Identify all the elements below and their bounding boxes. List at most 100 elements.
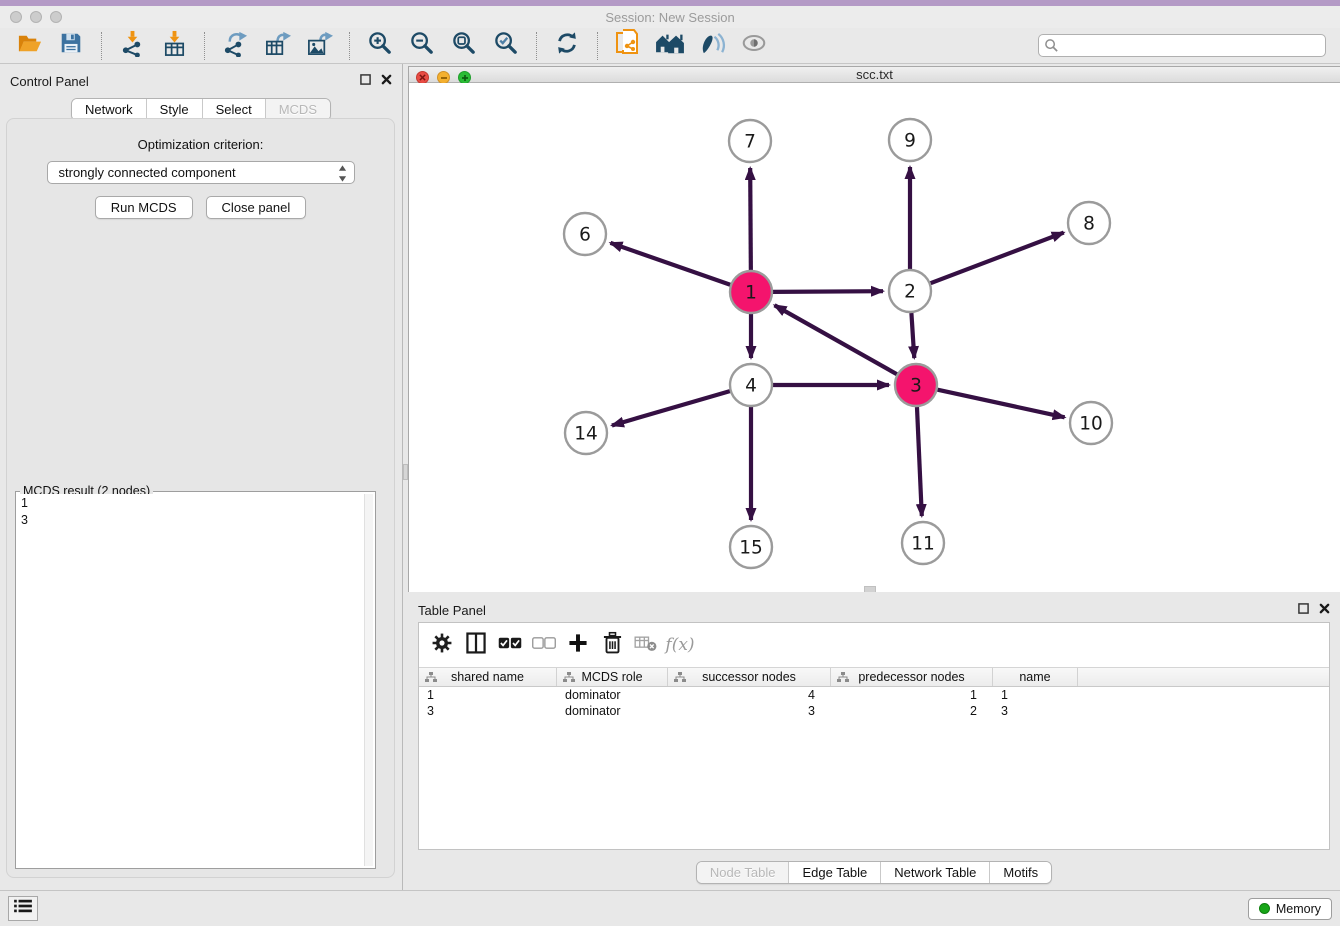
export-network-button[interactable] <box>219 31 251 61</box>
column-header-mcds-role[interactable]: MCDS role <box>557 668 668 686</box>
tab-style[interactable]: Style <box>146 99 202 120</box>
tab-network-table[interactable]: Network Table <box>880 862 989 883</box>
optimization-criterion-label: Optimization criterion: <box>7 137 394 152</box>
zoom-in-button[interactable] <box>364 31 396 61</box>
cell-predecessor-nodes[interactable]: 2 <box>831 703 993 719</box>
main-toolbar <box>0 28 1340 64</box>
home-layout-button[interactable] <box>654 31 686 61</box>
zoom-fit-button[interactable] <box>448 31 480 61</box>
criterion-select[interactable]: strongly connected component <box>47 161 355 184</box>
open-session-button[interactable] <box>13 31 45 61</box>
float-panel-icon[interactable] <box>360 72 371 90</box>
graph-edge-2-3[interactable] <box>911 313 914 358</box>
delete-column-button[interactable] <box>595 629 629 661</box>
cell-mcds-role[interactable]: dominator <box>557 687 668 703</box>
run-mcds-button[interactable]: Run MCDS <box>95 196 193 219</box>
search-input[interactable] <box>1038 34 1326 57</box>
column-header-predecessor-nodes[interactable]: predecessor nodes <box>831 668 993 686</box>
table-row[interactable]: 1 dominator 4 1 1 <box>419 687 1329 703</box>
graph-node-10[interactable]: 10 <box>1070 402 1112 444</box>
cell-predecessor-nodes[interactable]: 1 <box>831 687 993 703</box>
trash-icon <box>601 631 624 660</box>
graph-edge-3-10[interactable] <box>937 390 1064 418</box>
apply-function-button[interactable]: f(x) <box>663 629 697 661</box>
cell-successor-nodes[interactable]: 4 <box>668 687 831 703</box>
memory-button[interactable]: Memory <box>1248 898 1332 920</box>
select-all-icon <box>497 634 523 657</box>
graph-edge-2-8[interactable] <box>931 233 1064 284</box>
graph-edge-1-6[interactable] <box>610 243 730 285</box>
canvas-splitter-grip[interactable] <box>864 586 876 592</box>
graph-node-8[interactable]: 8 <box>1068 202 1110 244</box>
tab-select[interactable]: Select <box>202 99 265 120</box>
close-panel-icon[interactable] <box>381 72 392 90</box>
graph-node-6[interactable]: 6 <box>564 213 606 255</box>
graph-node-11[interactable]: 11 <box>902 522 944 564</box>
show-hide-button[interactable] <box>738 31 770 61</box>
show-panels-button[interactable] <box>8 896 38 921</box>
graph-node-label: 15 <box>739 538 763 559</box>
table-toolbar: f(x) <box>419 623 1329 667</box>
mcds-result-text[interactable]: 1 3 <box>18 494 363 866</box>
graph-node-4[interactable]: 4 <box>730 364 772 406</box>
float-panel-icon[interactable] <box>1298 601 1309 619</box>
graph-edge-1-7[interactable] <box>750 168 751 270</box>
graph-node-7[interactable]: 7 <box>729 120 771 162</box>
graph-edge-3-1[interactable] <box>775 305 897 374</box>
tab-network[interactable]: Network <box>72 99 146 120</box>
column-header-shared-name[interactable]: shared name <box>419 668 557 686</box>
graph-node-9[interactable]: 9 <box>889 119 931 161</box>
clone-network-button[interactable] <box>612 31 644 61</box>
deselect-all-button[interactable] <box>527 629 561 661</box>
refresh-button[interactable] <box>551 31 583 61</box>
select-all-button[interactable] <box>493 629 527 661</box>
tab-motifs[interactable]: Motifs <box>989 862 1051 883</box>
column-type-icon <box>425 672 437 686</box>
save-session-button[interactable] <box>55 31 87 61</box>
graph-node-2[interactable]: 2 <box>889 270 931 312</box>
tab-mcds[interactable]: MCDS <box>265 99 330 120</box>
cell-shared-name[interactable]: 3 <box>419 703 557 719</box>
cell-name[interactable]: 1 <box>993 687 1078 703</box>
tab-node-table[interactable]: Node Table <box>697 862 789 883</box>
export-table-button[interactable] <box>261 31 293 61</box>
cell-mcds-role[interactable]: dominator <box>557 703 668 719</box>
graph-node-1[interactable]: 1 <box>730 271 772 313</box>
table-row[interactable]: 3 dominator 3 2 3 <box>419 703 1329 719</box>
table-settings-button[interactable] <box>425 629 459 661</box>
close-window-button[interactable] <box>10 11 22 23</box>
graph-edge-1-2[interactable] <box>773 291 883 292</box>
graph-node-3[interactable]: 3 <box>895 364 937 406</box>
zoom-selected-button[interactable] <box>490 31 522 61</box>
cell-successor-nodes[interactable]: 3 <box>668 703 831 719</box>
graph-node-15[interactable]: 15 <box>730 526 772 568</box>
node-table-container: f(x) shared name MCDS role successor nod… <box>418 622 1330 850</box>
import-network-button[interactable] <box>116 31 148 61</box>
graph-node-label: 3 <box>910 376 922 397</box>
cell-name[interactable]: 3 <box>993 703 1078 719</box>
column-header-name[interactable]: name <box>993 668 1078 686</box>
apply-style-button[interactable] <box>696 31 728 61</box>
network-window-titlebar[interactable]: scc.txt <box>409 67 1340 83</box>
zoom-out-button[interactable] <box>406 31 438 61</box>
table-panel: Table Panel <box>408 595 1340 890</box>
show-columns-button[interactable] <box>459 629 493 661</box>
import-table-button[interactable] <box>158 31 190 61</box>
splitter-grip[interactable] <box>403 464 408 480</box>
minimize-window-button[interactable] <box>30 11 42 23</box>
export-image-button[interactable] <box>303 31 335 61</box>
close-panel-icon[interactable] <box>1319 601 1330 619</box>
zoom-window-button[interactable] <box>50 11 62 23</box>
graph-edge-4-14[interactable] <box>612 391 730 425</box>
create-column-button[interactable] <box>561 629 595 661</box>
graph-node-14[interactable]: 14 <box>565 412 607 454</box>
graph-edge-3-11[interactable] <box>917 407 922 516</box>
delete-table-button[interactable] <box>629 629 663 661</box>
toolbar-separator <box>204 32 205 60</box>
tab-edge-table[interactable]: Edge Table <box>788 862 880 883</box>
network-canvas[interactable]: 7 9 6 8 1 2 4 3 14 10 15 11 <box>409 83 1340 592</box>
column-header-successor-nodes[interactable]: successor nodes <box>668 668 831 686</box>
close-panel-button[interactable]: Close panel <box>206 196 307 219</box>
result-scrollbar[interactable] <box>364 494 373 866</box>
cell-shared-name[interactable]: 1 <box>419 687 557 703</box>
